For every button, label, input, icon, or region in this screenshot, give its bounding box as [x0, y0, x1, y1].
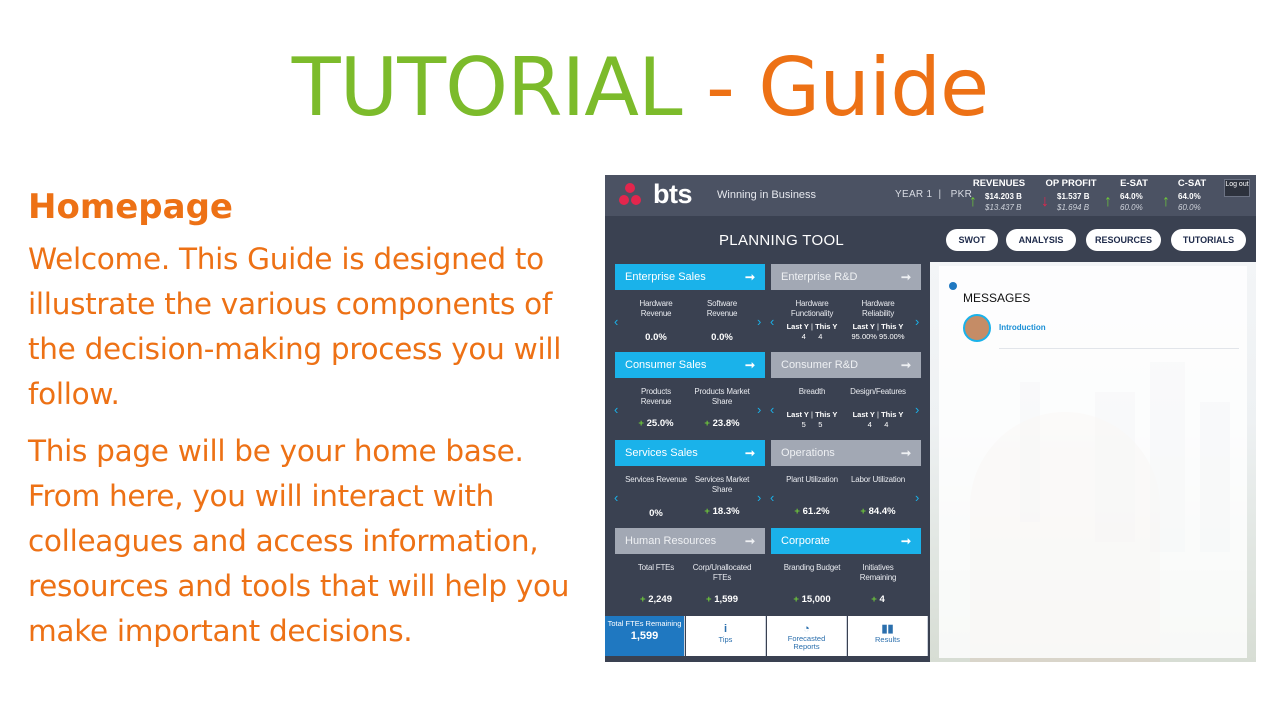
- chevron-left-icon[interactable]: ‹: [770, 403, 774, 417]
- title-separator: -: [681, 41, 759, 134]
- arrow-right-icon: ➞: [900, 534, 911, 548]
- chevron-left-icon[interactable]: ‹: [770, 491, 774, 505]
- planning-nav: PLANNING TOOL SWOT ANALYSIS RESOURCES TU…: [605, 216, 1256, 262]
- chevron-right-icon[interactable]: ›: [915, 491, 919, 505]
- arrow-right-icon: ➞: [900, 358, 911, 372]
- card-operations[interactable]: Operations ➞: [771, 440, 921, 466]
- title-tutorial: TUTORIAL: [291, 41, 683, 134]
- swot-button[interactable]: SWOT: [946, 229, 998, 251]
- resources-button[interactable]: RESOURCES: [1086, 229, 1161, 251]
- message-introduction[interactable]: Introduction: [999, 323, 1046, 332]
- app-screenshot: bts Winning in Business YEAR 1 | PKR REV…: [605, 175, 1256, 662]
- avatar: [963, 314, 991, 342]
- arrow-right-icon: ➞: [900, 270, 911, 284]
- planning-tool-panel: Enterprise Sales ➞ Enterprise R&D ➞ ‹ Hard…: [605, 262, 930, 616]
- title-guide: Guide: [758, 41, 989, 134]
- chevron-right-icon[interactable]: ›: [757, 491, 761, 505]
- messages-title: MESSAGES: [963, 291, 1031, 305]
- chevron-right-icon[interactable]: ›: [915, 315, 919, 329]
- card-corporate[interactable]: Corporate ➞: [771, 528, 921, 554]
- year-indicator: YEAR 1 | PKR: [895, 189, 973, 200]
- forecasted-reports-button[interactable]: ◔ Forecasted Reports: [767, 616, 847, 656]
- message-area: MESSAGES Introduction: [930, 262, 1256, 662]
- chevron-right-icon[interactable]: ›: [757, 403, 761, 417]
- planning-tool-title: PLANNING TOOL: [719, 232, 845, 249]
- kpi-esat: E-SAT ↑ 64.0% 60.0%: [1104, 178, 1148, 212]
- card-human-resources[interactable]: Human Resources ➞: [615, 528, 765, 554]
- arrow-right-icon: ➞: [744, 270, 755, 284]
- chevron-left-icon[interactable]: ‹: [614, 491, 618, 505]
- arrow-right-icon: ➞: [744, 446, 755, 460]
- app-header: bts Winning in Business YEAR 1 | PKR REV…: [605, 175, 1256, 216]
- paragraph-welcome: Welcome. This Guide is designed to illus…: [28, 242, 562, 411]
- chevron-left-icon[interactable]: ‹: [614, 403, 618, 417]
- total-ftes-button[interactable]: Total FTEs Remaining 1,599: [605, 616, 685, 656]
- logout-button[interactable]: Log out: [1224, 179, 1250, 197]
- arrow-up-icon: ↑: [1104, 193, 1112, 210]
- results-button[interactable]: ▮▮ Results: [848, 616, 928, 656]
- logo-text: bts: [653, 179, 693, 209]
- arrow-right-icon: ➞: [900, 446, 911, 460]
- slide-title: TUTORIAL - Guide: [0, 38, 1280, 138]
- guide-text: Homepage Welcome. This Guide is designed…: [28, 185, 573, 666]
- notification-dot-icon: [949, 282, 957, 290]
- bts-logo: bts: [617, 179, 707, 211]
- paragraph-home-base: This page will be your home base. From h…: [28, 434, 570, 648]
- card-services-sales[interactable]: Services Sales ➞: [615, 440, 765, 466]
- kpi-revenues: REVENUES ↑ $14.203 B $13.437 B: [969, 178, 1026, 212]
- chevron-left-icon[interactable]: ‹: [614, 315, 618, 329]
- card-consumer-sales[interactable]: Consumer Sales ➞: [615, 352, 765, 378]
- card-consumer-rd[interactable]: Consumer R&D ➞: [771, 352, 921, 378]
- section-heading: Homepage: [28, 187, 233, 227]
- messages-panel: MESSAGES Introduction: [939, 266, 1247, 658]
- arrow-down-icon: ↓: [1041, 193, 1049, 210]
- tips-button[interactable]: i Tips: [686, 616, 766, 656]
- arrow-up-icon: ↑: [1162, 193, 1170, 210]
- chevron-right-icon[interactable]: ›: [915, 403, 919, 417]
- arrow-up-icon: ↑: [969, 193, 977, 210]
- card-enterprise-rd[interactable]: Enterprise R&D ➞: [771, 264, 921, 290]
- app-tagline: Winning in Business: [717, 189, 817, 201]
- bar-chart-icon: ▮▮: [881, 623, 894, 635]
- arrow-right-icon: ➞: [744, 534, 755, 548]
- info-icon: i: [723, 623, 728, 635]
- bottom-toolbar: Total FTEs Remaining 1,599 i Tips ◔ Fore…: [605, 616, 930, 656]
- kpi-op-profit: OP PROFIT ↓ $1.537 B $1.694 B: [1041, 178, 1097, 212]
- chevron-right-icon[interactable]: ›: [757, 315, 761, 329]
- card-enterprise-sales[interactable]: Enterprise Sales ➞: [615, 264, 765, 290]
- chevron-left-icon[interactable]: ‹: [770, 315, 774, 329]
- analysis-button[interactable]: ANALYSIS: [1006, 229, 1076, 251]
- arrow-right-icon: ➞: [744, 358, 755, 372]
- divider: [999, 348, 1239, 349]
- kpi-csat: C-SAT ↑ 64.0% 60.0%: [1162, 178, 1207, 212]
- tutorials-button[interactable]: TUTORIALS: [1171, 229, 1246, 251]
